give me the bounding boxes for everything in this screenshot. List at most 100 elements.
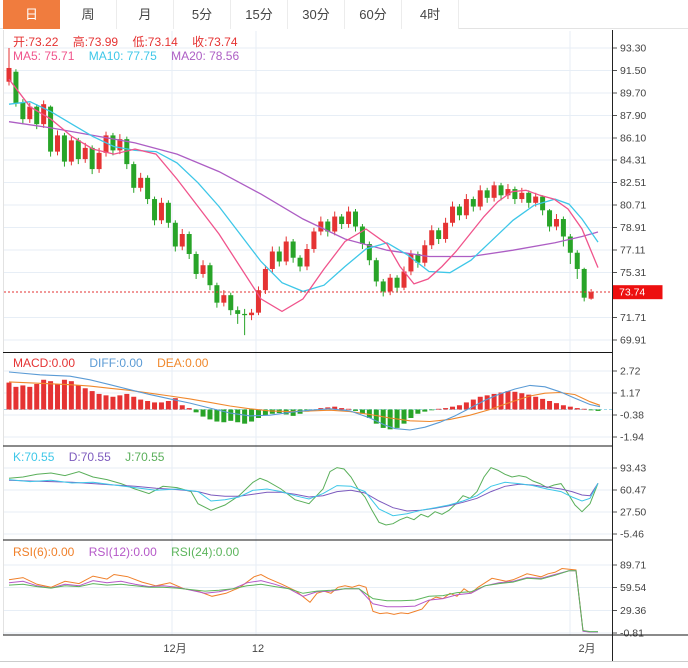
macd-bar xyxy=(547,401,552,409)
high-value: 高:73.99 xyxy=(73,35,118,49)
candle-body xyxy=(311,232,316,249)
macd-bar xyxy=(110,397,115,410)
candle-body xyxy=(443,223,448,239)
ma-header: MA5: 75.71 MA10: 77.75 MA20: 78.56 xyxy=(13,49,250,63)
candle-body xyxy=(471,199,476,206)
macd-bar xyxy=(402,410,407,424)
macd-tick-label: -1.94 xyxy=(620,431,644,443)
candle-body xyxy=(97,153,102,169)
macd-bar xyxy=(270,410,275,414)
candle-body xyxy=(381,281,386,291)
x-axis-label: 12月 xyxy=(163,643,186,655)
macd-bar xyxy=(471,400,476,410)
candle-body xyxy=(138,178,143,188)
candle-body xyxy=(76,140,81,159)
candle-body xyxy=(194,254,199,274)
macd-bar xyxy=(429,410,434,411)
price-tick-label: 82.51 xyxy=(620,177,646,189)
macd-bar xyxy=(436,409,441,410)
candle-body xyxy=(187,234,192,254)
macd-bar xyxy=(256,410,261,418)
price-tick-label: 77.11 xyxy=(620,245,646,257)
tab-15分[interactable]: 15分 xyxy=(231,0,288,29)
price-tick-label: 86.10 xyxy=(620,132,646,144)
ma10-value: MA10: 77.75 xyxy=(89,49,157,63)
candle-body xyxy=(519,193,524,199)
macd-bar xyxy=(485,395,490,409)
open-value: 开:73.22 xyxy=(13,35,58,49)
rsi-tick-label: 89.71 xyxy=(620,560,646,572)
rsi-tick-label: 59.54 xyxy=(620,582,646,594)
candle-body xyxy=(131,164,136,188)
candle-body xyxy=(298,258,303,267)
rsi6-line xyxy=(9,569,598,633)
price-tick-label: 89.70 xyxy=(620,87,646,99)
candle-body xyxy=(478,190,483,206)
tab-日[interactable]: 日 xyxy=(3,0,60,29)
macd-bar xyxy=(540,399,545,410)
macd-bar xyxy=(568,407,573,410)
macd-bar xyxy=(159,402,164,409)
price-tick-label: 84.31 xyxy=(620,155,646,167)
macd-bar xyxy=(97,394,102,410)
macd-bar xyxy=(422,410,427,412)
macd-bar xyxy=(201,410,206,417)
rsi6-value: RSI(6):0.00 xyxy=(13,545,74,559)
candle-body xyxy=(152,199,157,220)
candle-body xyxy=(90,148,95,169)
candle-body xyxy=(48,107,53,152)
macd-bar xyxy=(131,397,136,410)
macd-bar xyxy=(194,410,199,413)
candle-body xyxy=(145,178,150,199)
macd-bar xyxy=(27,387,32,410)
rsi24-line xyxy=(9,571,598,632)
candle-body xyxy=(339,217,344,224)
macd-bar xyxy=(242,410,247,424)
macd-tick-label: 2.72 xyxy=(620,365,641,377)
ma10-line xyxy=(9,102,598,292)
price-tick-label: 78.91 xyxy=(620,222,646,234)
candle-body xyxy=(360,227,365,244)
candle-body xyxy=(436,230,441,239)
candle-body xyxy=(395,278,400,288)
tab-5分[interactable]: 5分 xyxy=(174,0,231,29)
macd-bar xyxy=(228,410,233,421)
candle-body xyxy=(207,265,212,285)
price-tick-label: 69.91 xyxy=(620,335,646,347)
candle-body xyxy=(62,135,67,161)
candle-body xyxy=(346,212,351,224)
candle-body xyxy=(554,219,559,226)
macd-tick-label: -0.38 xyxy=(620,409,644,421)
candle-body xyxy=(110,135,115,150)
chart-canvas[interactable]: 93.3091.5089.7087.9086.1084.3182.5180.71… xyxy=(0,0,688,668)
price-tick-label: 71.71 xyxy=(620,312,646,324)
macd-bar xyxy=(152,402,157,409)
candle-body xyxy=(83,148,88,159)
candle-body xyxy=(304,249,309,266)
tab-月[interactable]: 月 xyxy=(117,0,174,29)
macd-bar xyxy=(353,410,358,411)
tab-周[interactable]: 周 xyxy=(60,0,117,29)
candle-body xyxy=(55,135,60,151)
candle-body xyxy=(291,242,296,258)
close-value: 收:73.74 xyxy=(192,35,237,49)
tab-30分[interactable]: 30分 xyxy=(288,0,345,29)
candle-body xyxy=(249,313,254,315)
candle-body xyxy=(353,212,358,227)
tab-60分[interactable]: 60分 xyxy=(345,0,402,29)
candle-body xyxy=(173,223,178,247)
kdj-tick-label: 93.43 xyxy=(620,463,646,475)
candle-body xyxy=(575,253,580,269)
candle-body xyxy=(429,230,434,245)
candle-body xyxy=(270,251,275,268)
macd-bar xyxy=(104,395,109,409)
tab-4时[interactable]: 4时 xyxy=(402,0,459,29)
candle-body xyxy=(388,278,393,292)
macd-bar xyxy=(561,405,566,409)
macd-bar xyxy=(575,408,580,409)
macd-bar xyxy=(41,380,46,410)
k-value: K:70.55 xyxy=(13,450,54,464)
candle-body xyxy=(485,190,490,197)
ma5-value: MA5: 75.71 xyxy=(13,49,74,63)
macd-bar xyxy=(450,407,455,410)
